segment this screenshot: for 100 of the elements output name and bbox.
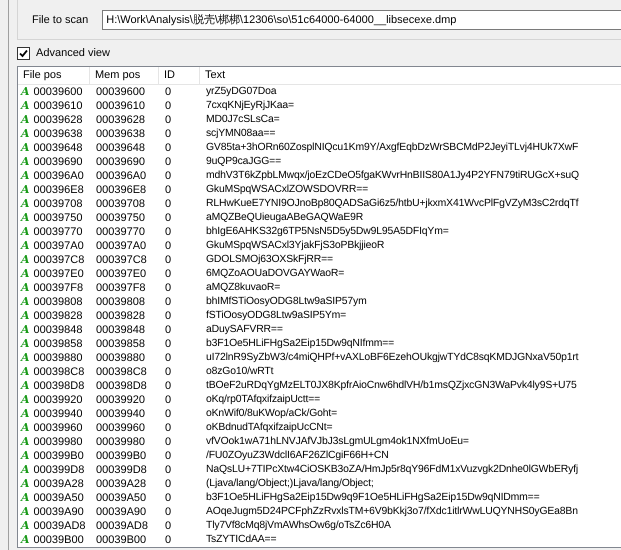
table-cell: 000397A0 <box>96 239 146 253</box>
table-cell: 000398D8 <box>34 379 84 393</box>
table-cell: 0 <box>165 323 172 337</box>
table-cell: 0 <box>165 449 172 463</box>
table-cell: GkuMSpqWSACxl3YjakFjS3oPBkjjieoR <box>206 239 384 253</box>
string-type-icon: A <box>21 393 30 407</box>
string-type-icon: A <box>21 281 30 295</box>
table-cell: TsZYTICdAA== <box>206 533 276 547</box>
table-cell: 00039880 <box>96 351 145 365</box>
string-type-icon: A <box>21 183 30 197</box>
string-type-icon: A <box>21 463 30 477</box>
table-cell: 0 <box>165 127 172 141</box>
table-cell: GV85ta+3hORn60ZosplNIQcu1Km9Y/AxgfEqbDzWrSBCMdP2JeyiTLvj4HUk7XwF <box>206 141 578 155</box>
table-cell: 00039A90 <box>96 505 146 519</box>
advanced-view-checkbox[interactable] <box>17 46 30 60</box>
string-type-icon: A <box>21 141 30 155</box>
column-header[interactable]: File pos <box>18 67 90 84</box>
column-header[interactable]: Text <box>200 67 621 84</box>
string-type-icon: A <box>21 365 30 379</box>
table-cell: /FU0ZOyuZ3WdclI6AF26ZlCgiF66H+CN <box>206 449 389 463</box>
table-cell: 0 <box>165 505 172 519</box>
table-cell: b3F1Oe5HLiFHgSa2Eip15Dw9q9F1Oe5HLiFHgSa2Eip15Dw9qNIDmm== <box>206 491 540 505</box>
string-type-icon: A <box>21 155 30 169</box>
string-type-icon: A <box>21 127 30 141</box>
table-cell: 000399B0 <box>96 449 146 463</box>
table-cell: 00039920 <box>34 393 82 407</box>
string-type-icon: A <box>21 85 30 99</box>
table-cell: 0 <box>165 225 172 239</box>
string-type-icon: A <box>21 421 30 435</box>
table-cell: bhIMfSTiOosyODG8Ltw9aSIP57ym <box>206 295 367 309</box>
string-type-icon: A <box>21 295 30 309</box>
table-cell: 0 <box>165 519 172 533</box>
table-cell: 00039610 <box>34 99 82 113</box>
string-type-icon: A <box>21 379 30 393</box>
table-cell: fSTiOosyODG8Ltw9aSIP5Ym= <box>206 309 346 323</box>
table-cell: 000397E0 <box>96 267 146 281</box>
table-cell: 0 <box>165 533 172 547</box>
table-cell: GkuMSpqWSACxlZOWSDOVRR== <box>206 183 368 197</box>
table-cell: 00039980 <box>96 435 145 449</box>
string-type-icon: A <box>21 323 30 337</box>
table-cell: 00039770 <box>96 225 145 239</box>
table-cell: 00039648 <box>96 141 145 155</box>
table-cell: 0 <box>165 281 172 295</box>
table-cell: 00039750 <box>96 211 145 225</box>
table-cell: 0 <box>165 141 172 155</box>
table-cell: oKq/rp0TAfqxifzaipUctt== <box>206 393 320 407</box>
table-cell: 00039858 <box>96 337 145 351</box>
table-cell: 0 <box>165 407 172 421</box>
table-cell: 00039940 <box>34 407 82 421</box>
table-cell: 9uQP9caJGG== <box>206 155 282 169</box>
table-cell: RLHwKueE7YNI9OJnoBp80QADSaGi6z5/htbU+jkxmX41WvcPlFgVZyM3sC2rdqTf <box>206 197 578 211</box>
table-cell: 000398C8 <box>34 365 84 379</box>
table-cell: (Ljava/lang/Object;)Ljava/lang/Object; <box>206 477 374 491</box>
table-cell: 00039A90 <box>34 505 84 519</box>
string-type-icon: A <box>21 169 30 183</box>
table-cell: bhIgE6AHKS32g6TP5NsN5D5y5Dw9L95A5DFIqYm= <box>206 225 449 239</box>
string-type-icon: A <box>21 225 30 239</box>
table-cell: vfVOok1wA71hLNVJAfVJbJ3sLgmULgm4ok1NXfmUoEu= <box>206 435 469 449</box>
table-cell: aMQZBeQUieugaABeGAQWaE9R <box>206 211 364 225</box>
table-cell: 0 <box>165 379 172 393</box>
string-type-icon: A <box>21 267 30 281</box>
table-cell: 00039828 <box>34 309 82 323</box>
string-type-icon: A <box>21 99 30 113</box>
table-cell: 0 <box>165 99 172 113</box>
string-type-icon: A <box>21 337 30 351</box>
string-type-icon: A <box>21 211 30 225</box>
table-cell: 0 <box>165 365 172 379</box>
table-cell: 7cxqKNjEyRjJKaa= <box>206 99 294 113</box>
string-type-icon: A <box>21 253 30 267</box>
table-cell: GDOLSMOj63OXSkFjRR== <box>206 253 333 267</box>
string-type-icon: A <box>21 491 30 505</box>
table-cell: 0 <box>165 155 172 169</box>
table-cell: uI72lnR9SyZbW3/c4miQHPf+vAXLoBF6EzehOUkgjwTYdC8sqKMDJGNxaV50p1rt <box>206 351 578 365</box>
table-cell: 0 <box>165 337 172 351</box>
table-cell: 0 <box>165 463 172 477</box>
column-header[interactable]: ID <box>159 67 200 84</box>
table-cell: 00039960 <box>96 421 145 435</box>
table-cell: 00039808 <box>96 295 145 309</box>
table-cell: tBOeF2uRDqYgMzELT0JX8KpfrAioCnw6hdlVH/b1msQZjxcGN3WaPvk4ly9S+U75 <box>206 379 577 393</box>
table-cell: Tly7Vf8cMq8jVmAWhsOw6g/oTsZc6H0A <box>206 519 391 533</box>
table-cell: 000396E8 <box>96 183 146 197</box>
string-type-icon: A <box>21 113 30 127</box>
string-type-icon: A <box>21 477 30 491</box>
table-cell: b3F1Oe5HLiFHgSa2Eip15Dw9qNIfmm== <box>206 337 394 351</box>
table-cell: 0 <box>165 183 172 197</box>
table-cell: 000396E8 <box>34 183 84 197</box>
table-cell: 6MQZoAOUaDOVGAYWaoR= <box>206 267 344 281</box>
file-path-field[interactable]: H:\Work\Analysis\脱壳\梆梆\12306\so\51c64000-64000__libsecexe.dmp <box>102 10 621 30</box>
table-cell: 00039848 <box>96 323 145 337</box>
table-cell: 000399D8 <box>34 463 84 477</box>
table-cell: 000397A0 <box>34 239 84 253</box>
column-header[interactable]: Mem pos <box>90 67 159 84</box>
table-cell: 0 <box>165 491 172 505</box>
table-cell: scjYMN08aa== <box>206 127 276 141</box>
table-cell: 000398D8 <box>96 379 147 393</box>
table-cell: 0 <box>165 309 172 323</box>
string-type-icon: A <box>21 197 30 211</box>
string-type-icon: A <box>21 533 30 547</box>
table-cell: 0 <box>165 351 172 365</box>
table-cell: 00039600 <box>34 85 82 99</box>
